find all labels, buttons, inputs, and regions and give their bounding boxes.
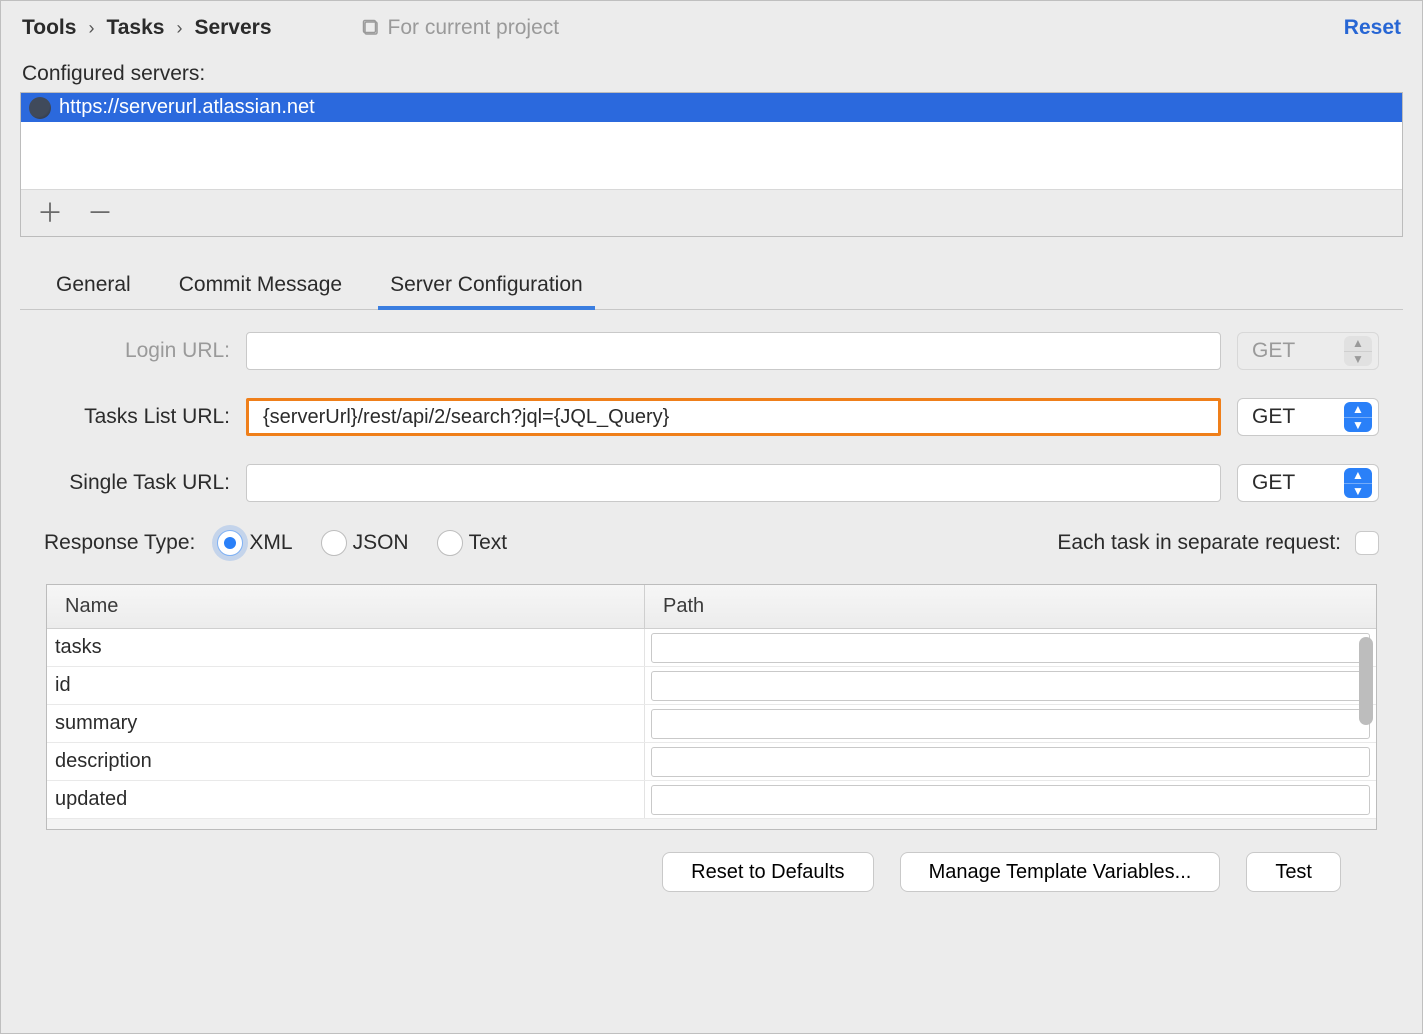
response-type-xml[interactable]: XML [217,530,292,556]
table-row[interactable]: id [47,667,1376,705]
radio-label: Text [469,531,508,555]
project-scope-label: For current project [388,16,560,40]
tasks-list-url-input[interactable] [246,398,1221,436]
breadcrumb: Tools › Tasks › Servers [22,16,272,40]
tab-general[interactable]: General [50,267,137,309]
test-button[interactable]: Test [1246,852,1341,892]
row-path[interactable] [645,781,1376,818]
response-type-json[interactable]: JSON [321,530,409,556]
reset-to-defaults-button[interactable]: Reset to Defaults [662,852,873,892]
project-scope-icon [362,19,380,37]
response-type-row: Response Type: XML JSON Text Each task i… [44,530,1379,556]
login-url-label: Login URL: [44,339,230,363]
row-name: updated [47,781,645,818]
row-name: summary [47,705,645,742]
configured-servers-label: Configured servers: [6,52,1417,92]
single-task-url-input[interactable] [246,464,1221,502]
response-type-radios: XML JSON Text [217,530,507,556]
row-path[interactable] [645,629,1376,666]
each-task-separate: Each task in separate request: [1057,531,1379,555]
table-row[interactable]: updated [47,781,1376,819]
tab-commit-message[interactable]: Commit Message [173,267,348,309]
login-method-value: GET [1252,339,1295,363]
login-url-row: Login URL: GET ▲▼ [44,332,1379,370]
single-method-value: GET [1252,471,1295,495]
remove-server-button[interactable]: － [87,200,113,226]
chevron-updown-icon: ▲▼ [1344,402,1372,432]
tasks-list-url-row: Tasks List URL: GET ▲▼ [44,398,1379,436]
row-name: id [47,667,645,704]
each-task-checkbox[interactable] [1355,531,1379,555]
row-path[interactable] [645,705,1376,742]
radio-label: XML [249,531,292,555]
table-header: Name Path [47,585,1376,629]
single-method-select[interactable]: GET ▲▼ [1237,464,1379,502]
table-row[interactable]: description [47,743,1376,781]
breadcrumb-tools[interactable]: Tools [22,16,76,40]
top-bar: Tools › Tasks › Servers For current proj… [6,16,1417,52]
login-url-input[interactable] [246,332,1221,370]
chevron-updown-icon: ▲▼ [1344,336,1372,366]
table-row[interactable]: summary [47,705,1376,743]
manage-template-variables-button[interactable]: Manage Template Variables... [900,852,1221,892]
path-input[interactable] [651,747,1370,777]
server-list-toolbar: ＋ － [21,189,1402,236]
server-list: https://serverurl.atlassian.net ＋ － [20,92,1403,237]
single-task-url-label: Single Task URL: [44,471,230,495]
chevron-right-icon: › [176,18,182,39]
settings-panel: Tools › Tasks › Servers For current proj… [0,0,1423,1034]
table-body: tasks id summary description updated [47,629,1376,819]
radio-label: JSON [353,531,409,555]
server-url: https://serverurl.atlassian.net [59,96,315,119]
tasks-method-value: GET [1252,405,1295,429]
path-input[interactable] [651,633,1370,663]
chevron-right-icon: › [88,18,94,39]
column-path[interactable]: Path [645,585,1376,628]
row-name: description [47,743,645,780]
single-task-url-row: Single Task URL: GET ▲▼ [44,464,1379,502]
path-input[interactable] [651,671,1370,701]
scrollbar-thumb[interactable] [1359,637,1373,725]
project-scope-hint: For current project [362,16,560,40]
tab-bar: General Commit Message Server Configurat… [20,237,1403,310]
tasks-list-url-label: Tasks List URL: [44,405,230,429]
row-path[interactable] [645,667,1376,704]
breadcrumb-tasks[interactable]: Tasks [106,16,164,40]
chevron-updown-icon: ▲▼ [1344,468,1372,498]
path-input[interactable] [651,709,1370,739]
reset-link[interactable]: Reset [1344,16,1401,40]
breadcrumb-servers[interactable]: Servers [194,16,271,40]
login-method-select: GET ▲▼ [1237,332,1379,370]
footer-buttons: Reset to Defaults Manage Template Variab… [44,830,1379,892]
response-type-text[interactable]: Text [437,530,508,556]
path-input[interactable] [651,785,1370,815]
column-name[interactable]: Name [47,585,645,628]
server-list-area[interactable]: https://serverurl.atlassian.net [21,93,1402,189]
row-path[interactable] [645,743,1376,780]
selectors-table: Name Path tasks id summary description [46,584,1377,830]
globe-icon [29,97,51,119]
server-config-form: Login URL: GET ▲▼ Tasks List URL: GET ▲▼… [6,310,1417,892]
add-server-button[interactable]: ＋ [37,200,63,226]
response-type-label: Response Type: [44,531,195,555]
tasks-method-select[interactable]: GET ▲▼ [1237,398,1379,436]
tab-server-configuration[interactable]: Server Configuration [384,267,589,309]
table-row[interactable]: tasks [47,629,1376,667]
server-list-item[interactable]: https://serverurl.atlassian.net [21,93,1402,122]
each-task-label: Each task in separate request: [1057,531,1341,555]
row-name: tasks [47,629,645,666]
